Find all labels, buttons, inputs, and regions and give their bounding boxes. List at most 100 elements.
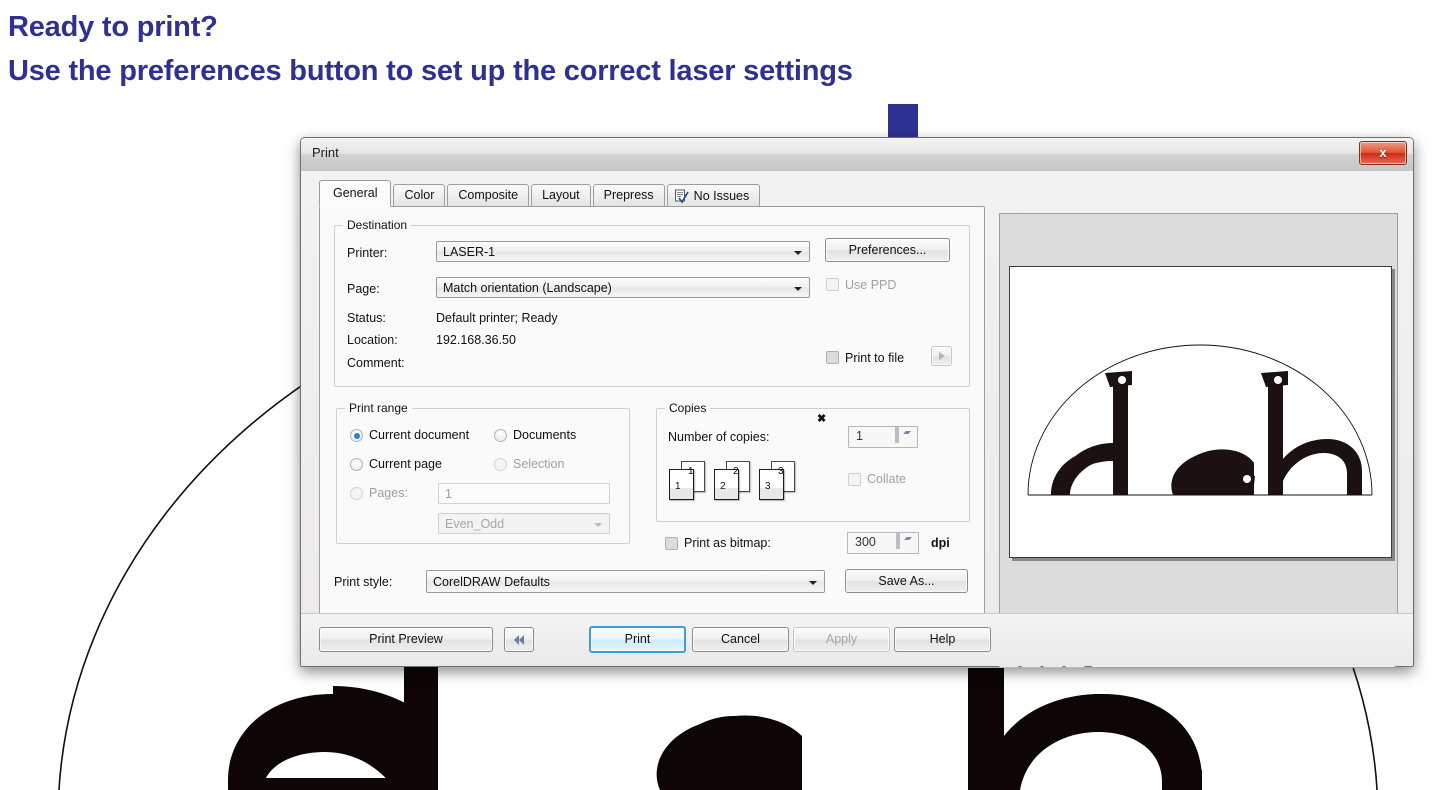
even-odd-value: Even_Odd — [445, 517, 505, 531]
spinner-down-icon[interactable] — [898, 533, 912, 549]
radio-selection[interactable] — [494, 458, 507, 471]
collapse-preview-icon — [514, 635, 524, 645]
location-label: Location: — [347, 333, 398, 347]
copy-number-front-1: 1 — [675, 481, 681, 492]
collate-label: Collate — [867, 472, 906, 486]
print-preview-button-label: Print Preview — [369, 632, 443, 646]
radio-current-document[interactable] — [350, 429, 363, 442]
tab-color[interactable]: Color — [393, 184, 446, 207]
save-as-button-label: Save As... — [878, 574, 935, 588]
status-label: Status: — [347, 311, 386, 325]
tab-general-label: General — [333, 186, 378, 200]
tab-composite-label: Composite — [458, 188, 519, 202]
chevron-down-icon — [809, 581, 817, 585]
tab-general[interactable]: General — [319, 180, 392, 207]
tab-composite[interactable]: Composite — [447, 184, 530, 207]
preview-page-sheet — [1009, 266, 1392, 558]
radio-documents-label: Documents — [513, 428, 577, 442]
copies-group: Copies ✖ Number of copies: 1 1 1 2 2 3 3… — [656, 401, 970, 522]
play-triangle-icon — [939, 352, 945, 360]
print-dialog: Print x General Color Composite Layout P… — [300, 137, 1414, 668]
page-combo[interactable]: Match orientation (Landscape) — [436, 277, 810, 298]
radio-current-page[interactable] — [350, 458, 363, 471]
destination-legend: Destination — [343, 218, 412, 232]
radio-current-document-label: Current document — [369, 428, 470, 442]
tab-prepress[interactable]: Prepress — [592, 184, 665, 207]
tab-no-issues[interactable]: No Issues — [666, 184, 761, 207]
copies-illustration-2: 2 2 — [714, 461, 750, 500]
print-style-combo[interactable]: CorelDRAW Defaults — [426, 570, 825, 593]
number-of-copies-label: Number of copies: — [668, 430, 770, 444]
pages-input[interactable]: 1 — [438, 483, 610, 504]
use-ppd-checkbox[interactable] — [826, 278, 839, 291]
dialog-title: Print — [312, 145, 339, 160]
status-value: Default printer; Ready — [436, 311, 558, 325]
use-ppd-label: Use PPD — [845, 278, 897, 292]
even-odd-combo[interactable]: Even_Odd — [438, 513, 610, 534]
print-preview-button[interactable]: Print Preview — [319, 627, 493, 652]
dpi-spinner-buttons[interactable] — [896, 533, 916, 552]
radio-selection-label: Selection — [513, 457, 565, 471]
cancel-button[interactable]: Cancel — [692, 627, 789, 652]
printer-combo[interactable]: LASER-1 — [436, 241, 810, 262]
copy-number-back-3: 3 — [778, 466, 784, 477]
radio-documents[interactable] — [494, 429, 507, 442]
page-value: Match orientation (Landscape) — [443, 281, 612, 295]
print-to-file-checkbox[interactable] — [826, 351, 839, 364]
preferences-button[interactable]: Preferences... — [825, 238, 950, 262]
copy-number-back-2: 2 — [733, 466, 739, 477]
copies-legend: Copies — [665, 401, 711, 415]
spinner-down-icon[interactable] — [897, 427, 911, 443]
chevron-down-icon — [794, 251, 802, 255]
collate-checkbox[interactable] — [848, 473, 861, 486]
close-icon[interactable]: x — [1359, 141, 1407, 165]
print-to-file-label: Print to file — [845, 351, 905, 365]
dialog-titlebar: Print x — [301, 138, 1413, 172]
dpi-value: 300 — [855, 535, 876, 549]
number-of-copies-spinner[interactable]: 1 — [848, 426, 918, 448]
print-range-legend: Print range — [345, 401, 412, 415]
radio-pages[interactable] — [350, 487, 363, 500]
pages-input-value: 1 — [445, 487, 452, 501]
preferences-button-label: Preferences... — [848, 243, 927, 257]
print-as-bitmap-checkbox[interactable] — [665, 537, 678, 550]
print-style-label: Print style: — [334, 575, 393, 589]
print-to-file-expand-button[interactable] — [931, 346, 952, 366]
slide-heading: Ready to print? Use the preferences butt… — [8, 6, 1308, 93]
spinner-buttons[interactable] — [895, 427, 915, 446]
copies-close-marker[interactable]: ✖ — [817, 412, 826, 425]
help-button[interactable]: Help — [894, 627, 991, 652]
print-style-value: CorelDRAW Defaults — [433, 575, 550, 589]
apply-button[interactable]: Apply — [793, 627, 890, 652]
heading-line-2: Use the preferences button to set up the… — [8, 54, 853, 87]
heading-line-1: Ready to print? — [8, 11, 218, 43]
destination-group: Destination Printer: LASER-1 Page: Match… — [334, 218, 970, 387]
dialog-tabs: General Color Composite Layout Prepress — [319, 180, 762, 207]
print-as-bitmap-label: Print as bitmap: — [684, 536, 771, 550]
save-as-button[interactable]: Save As... — [845, 569, 968, 593]
print-button[interactable]: Print — [589, 626, 686, 653]
tab-color-label: Color — [404, 188, 435, 202]
radio-current-page-label: Current page — [369, 457, 442, 471]
tab-no-issues-label: No Issues — [693, 188, 750, 203]
apply-button-label: Apply — [825, 632, 858, 646]
chevron-down-icon — [594, 523, 602, 527]
help-button-label: Help — [929, 632, 956, 646]
location-value: 192.168.36.50 — [436, 333, 516, 347]
print-range-group: Print range Current document Documents C… — [336, 401, 630, 544]
printer-value: LASER-1 — [443, 245, 496, 259]
cancel-button-label: Cancel — [721, 632, 760, 646]
tab-layout-label: Layout — [542, 188, 580, 202]
copies-illustration-3: 3 3 — [759, 461, 795, 500]
chevron-down-icon — [794, 287, 802, 291]
general-tab-panel: Destination Printer: LASER-1 Page: Match… — [319, 206, 985, 618]
tab-prepress-label: Prepress — [603, 188, 654, 202]
tab-layout[interactable]: Layout — [531, 184, 591, 207]
dialog-button-bar: Print Preview Print Cancel Apply Help — [301, 613, 1413, 666]
print-button-label: Print — [624, 632, 651, 646]
preview-artwork — [1010, 267, 1391, 557]
printer-label: Printer: — [347, 246, 388, 260]
copy-number-back-1: 1 — [688, 466, 694, 477]
dpi-spinner[interactable]: 300 — [847, 532, 919, 554]
collapse-preview-button[interactable] — [504, 627, 534, 652]
